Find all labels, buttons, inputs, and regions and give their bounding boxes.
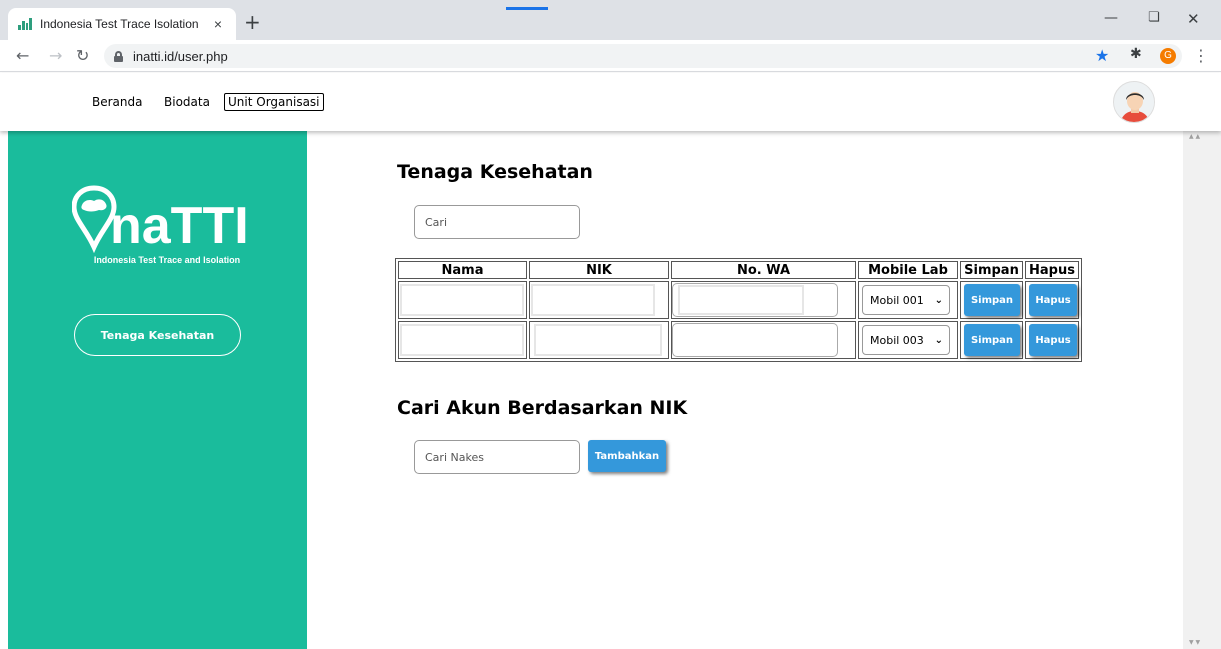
simpan-button[interactable]: Simpan (964, 284, 1020, 316)
more-menu-icon[interactable]: ⋮ (1193, 46, 1209, 65)
column-header-hapus: Hapus (1025, 261, 1079, 279)
svg-text:naTTI: naTTI (110, 197, 249, 253)
site-favicon-icon (18, 18, 32, 30)
url-text: inatti.id/user.php (133, 48, 228, 64)
tab-title: Indonesia Test Trace Isolation (40, 17, 199, 31)
page-navbar: Beranda Biodata Unit Organisasi (0, 73, 1221, 131)
search-nik-title: Cari Akun Berdasarkan NIK (397, 397, 688, 419)
hapus-button[interactable]: Hapus (1029, 284, 1077, 316)
column-header-mobile-lab: Mobile Lab (858, 261, 958, 279)
nik-input[interactable] (531, 284, 655, 316)
mobile-lab-select[interactable]: Mobil 001 ⌄ (862, 285, 950, 315)
table-row: Mobil 003 ⌄ Simpan Hapus (398, 321, 1079, 359)
map-pin-icon: naTTI (71, 185, 249, 255)
nav-link-unit-organisasi[interactable]: Unit Organisasi (224, 93, 324, 111)
table-header-row: Nama NIK No. WA Mobile Lab Simpan Hapus (398, 261, 1079, 279)
nama-input[interactable] (400, 284, 524, 316)
mobile-lab-value: Mobil 001 (870, 293, 924, 307)
scroll-up-icon[interactable]: ▲ ▲ (1189, 133, 1200, 140)
chevron-down-icon: ⌄ (934, 334, 943, 346)
table-row: Mobil 001 ⌄ Simpan Hapus (398, 281, 1079, 319)
restore-icon[interactable]: ❏ (1148, 10, 1160, 25)
search-nakes-input[interactable] (414, 440, 580, 474)
nama-input[interactable] (400, 324, 524, 356)
nav-link-biodata[interactable]: Biodata (164, 95, 210, 109)
user-avatar[interactable] (1113, 81, 1155, 123)
minimize-icon[interactable]: — (1104, 10, 1118, 26)
page-title: Tenaga Kesehatan (397, 161, 593, 183)
browser-tab[interactable]: Indonesia Test Trace Isolation × (8, 8, 236, 40)
column-header-wa: No. WA (671, 261, 856, 279)
wa-input[interactable] (672, 323, 838, 357)
browser-tab-strip: Indonesia Test Trace Isolation × + — ❏ ✕ (0, 0, 1221, 40)
reload-icon[interactable]: ↻ (76, 46, 89, 65)
scroll-down-icon[interactable]: ▼ ▼ (1189, 639, 1200, 646)
back-icon[interactable]: ← (16, 46, 29, 65)
sidebar-button-tenaga-kesehatan[interactable]: Tenaga Kesehatan (74, 314, 241, 356)
extensions-icon[interactable]: ✱ (1130, 46, 1142, 62)
simpan-button[interactable]: Simpan (964, 324, 1020, 356)
nik-input[interactable] (534, 324, 662, 356)
user-avatar-icon (1114, 82, 1154, 122)
page-scrollbar[interactable]: ▲ ▲ ▼ ▼ (1183, 131, 1221, 649)
lock-icon (114, 50, 123, 62)
browser-toolbar: ← → ↻ inatti.id/user.php ★ ✱ G ⋮ (0, 40, 1221, 72)
logo-subtitle: Indonesia Test Trace and Isolation (93, 255, 241, 265)
hapus-button[interactable]: Hapus (1029, 324, 1077, 356)
nav-link-beranda[interactable]: Beranda (92, 95, 142, 109)
mobile-lab-value: Mobil 003 (870, 333, 924, 347)
new-tab-icon[interactable]: + (244, 12, 261, 32)
loading-indicator (506, 7, 548, 10)
inatti-logo: naTTI Indonesia Test Trace and Isolation (71, 183, 262, 273)
main-content: Tenaga Kesehatan Nama NIK No. WA Mobile … (307, 131, 1183, 649)
nakes-table: Nama NIK No. WA Mobile Lab Simpan Hapus … (395, 258, 1082, 362)
column-header-simpan: Simpan (960, 261, 1023, 279)
wa-input[interactable] (672, 283, 838, 317)
tab-close-icon[interactable]: × (210, 16, 226, 32)
chevron-down-icon: ⌄ (934, 294, 943, 306)
column-header-nama: Nama (398, 261, 527, 279)
profile-avatar[interactable]: G (1160, 48, 1176, 64)
search-input[interactable] (414, 205, 580, 239)
forward-icon[interactable]: → (49, 46, 62, 65)
sidebar: naTTI Indonesia Test Trace and Isolation… (8, 131, 307, 649)
close-window-icon[interactable]: ✕ (1187, 10, 1200, 28)
address-bar[interactable]: inatti.id/user.php (104, 44, 1182, 68)
tambahkan-button[interactable]: Tambahkan (588, 440, 666, 472)
column-header-nik: NIK (529, 261, 669, 279)
wa-input-inner[interactable] (678, 285, 804, 315)
mobile-lab-select[interactable]: Mobil 003 ⌄ (862, 325, 950, 355)
bookmark-star-icon[interactable]: ★ (1095, 46, 1109, 65)
